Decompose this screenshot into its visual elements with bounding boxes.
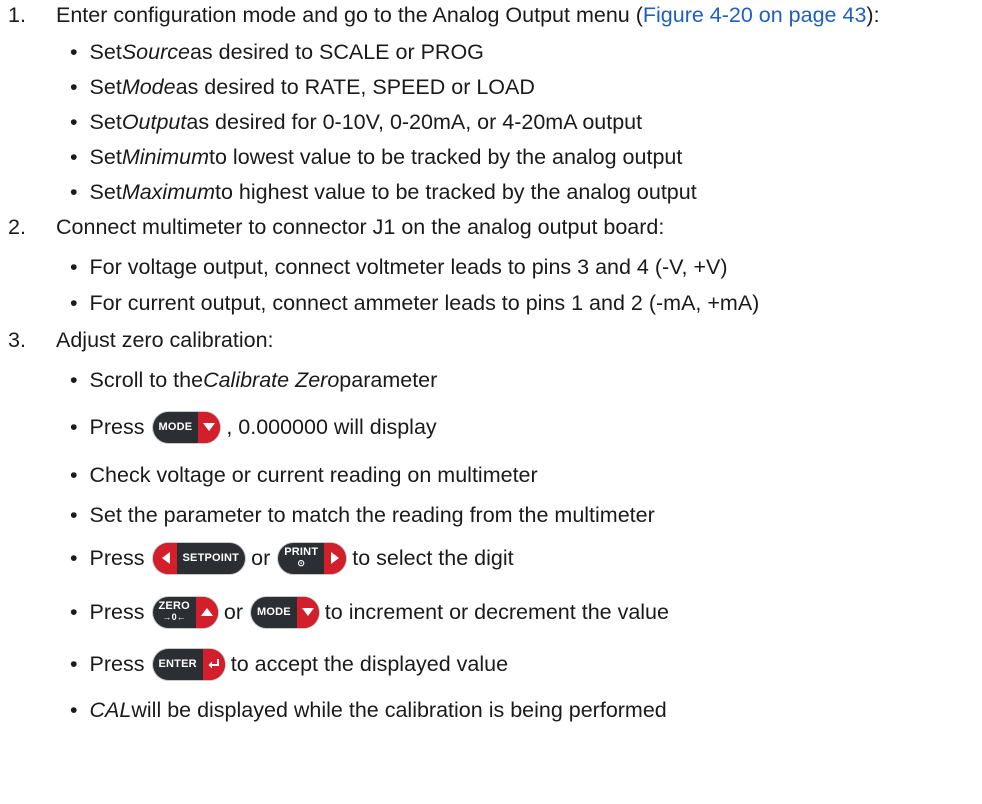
- zero-button[interactable]: ZERO →0←: [152, 596, 218, 628]
- step-3-bullet-select-digit: • Press SETPOINT or PRINT ⊙ to select th…: [70, 542, 514, 574]
- zero-icon: →0←: [162, 612, 186, 622]
- step-text: Connect multimeter to connector J1 on th…: [56, 214, 665, 239]
- step-1-bullet-minimum: • Set Minimum to lowest value to be trac…: [70, 144, 683, 169]
- mode-button[interactable]: MODE: [250, 596, 319, 628]
- step-text: Adjust zero calibration:: [56, 327, 274, 352]
- step-2: 2. Connect multimeter to connector J1 on…: [0, 212, 982, 242]
- step-3-bullet-set: • Set the parameter to match the reading …: [70, 502, 655, 527]
- step-1-bullet-source: • Set Source as desired to SCALE or PROG: [70, 39, 484, 64]
- step-3-bullet-check: • Check voltage or current reading on mul…: [70, 462, 538, 487]
- step-3-bullet-cal: • CAL will be displayed while the calibr…: [70, 697, 667, 722]
- right-arrow-icon: [324, 542, 347, 574]
- enter-arrow-icon: [202, 648, 225, 680]
- left-arrow-icon: [152, 542, 177, 574]
- mode-button[interactable]: MODE: [152, 411, 221, 443]
- down-arrow-icon: [198, 411, 221, 443]
- step-3-bullet-increment: • Press ZERO →0← or MODE to increment or…: [70, 596, 669, 628]
- step-text: Enter configuration mode and go to the A…: [56, 2, 880, 27]
- figure-link[interactable]: Figure 4-20 on page 43: [643, 3, 867, 27]
- step-2-bullet-current: • For current output, connect ammeter lea…: [70, 290, 760, 315]
- setpoint-button[interactable]: SETPOINT: [152, 542, 246, 574]
- step-1-bullet-maximum: • Set Maximum to highest value to be tra…: [70, 179, 697, 204]
- step-3-bullet-accept: • Press ENTER to accept the displayed va…: [70, 648, 508, 680]
- step-number: 2.: [8, 214, 26, 239]
- step-1-bullet-output: • Set Output as desired for 0-10V, 0-20m…: [70, 109, 643, 134]
- step-1-bullet-mode: • Set Mode as desired to RATE, SPEED or …: [70, 74, 535, 99]
- up-arrow-icon: [195, 596, 218, 628]
- step-3-bullet-press-mode: • Press MODE , 0.000000 will display: [70, 411, 437, 443]
- print-button[interactable]: PRINT ⊙: [278, 542, 347, 574]
- enter-button[interactable]: ENTER: [152, 648, 225, 680]
- step-number: 1.: [8, 2, 26, 27]
- down-arrow-icon: [296, 596, 319, 628]
- step-3: 3. Adjust zero calibration:: [0, 325, 982, 355]
- step-number: 3.: [8, 327, 26, 352]
- print-icon: ⊙: [297, 558, 306, 568]
- step-3-bullet-scroll: • Scroll to the Calibrate Zero parameter: [70, 367, 438, 392]
- step-2-bullet-voltage: • For voltage output, connect voltmeter l…: [70, 254, 728, 279]
- step-1: 1. Enter configuration mode and go to th…: [0, 0, 982, 30]
